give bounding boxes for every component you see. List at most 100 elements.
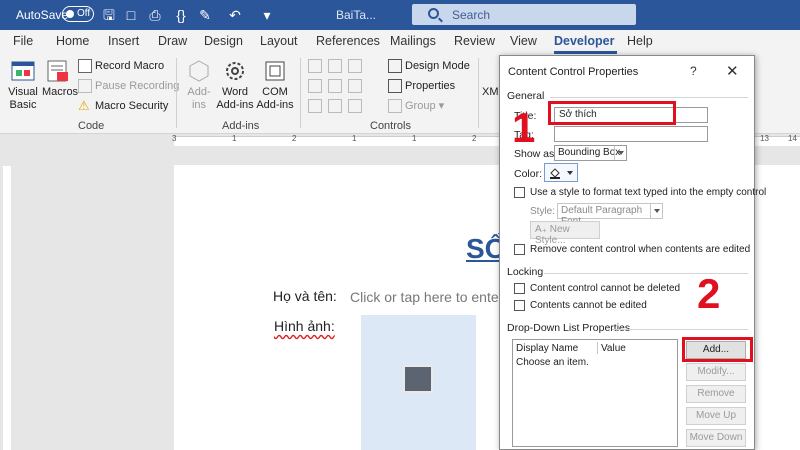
tab-design[interactable]: Design (204, 34, 243, 48)
group-button[interactable]: Group ▾ (388, 99, 445, 114)
add-ins-button[interactable]: Add- ins (184, 58, 214, 112)
macro-security-button[interactable]: ⚠ Macro Security (78, 99, 168, 113)
print-preview-icon[interactable]: ⎙ (146, 6, 164, 24)
properties-button[interactable]: Properties (388, 79, 455, 93)
remove-control-checkbox[interactable] (514, 244, 525, 255)
tab-file[interactable]: File (13, 34, 33, 48)
macros-button[interactable]: Macros (42, 58, 78, 99)
design-mode-button[interactable]: Design Mode (388, 59, 470, 73)
tag-field[interactable] (554, 126, 708, 142)
title-bar: AutoSave Off 🖫 □ ⎙ {} ✎ ↶ ▾ BaiTa... Sea… (0, 0, 800, 30)
com-add-ins-label: COM Add-ins (256, 86, 294, 111)
step-1-marker: 1 (512, 104, 536, 151)
tab-draw[interactable]: Draw (158, 34, 187, 48)
macros-label: Macros (42, 86, 79, 98)
column-header-display-name[interactable]: Display Name (516, 343, 578, 354)
dialog-title: Content Control Properties (508, 66, 639, 78)
picture-content-control[interactable] (361, 315, 476, 450)
color-picker-button[interactable] (544, 163, 578, 182)
checkbox-control-icon[interactable] (308, 79, 322, 93)
group-separator (300, 58, 301, 128)
use-style-checkbox[interactable] (514, 187, 525, 198)
search-box[interactable]: Search (412, 4, 636, 25)
record-macro-button[interactable]: Record Macro (78, 59, 164, 73)
new-style-icon: A₊ (535, 224, 550, 235)
plain-text-control-icon[interactable] (328, 59, 342, 73)
date-picker-control-icon[interactable] (308, 99, 322, 113)
show-as-select[interactable]: Bounding Box (554, 145, 627, 161)
toggle-knob (66, 10, 74, 18)
tab-view[interactable]: View (510, 34, 537, 48)
dropdown-items-list[interactable]: Display Name Value Choose an item. (512, 339, 678, 447)
combo-box-control-icon[interactable] (328, 79, 342, 93)
color-label: Color: (514, 168, 543, 180)
image-label: Hình ảnh: (274, 318, 335, 334)
gear-icon (226, 62, 244, 80)
rich-text-control-icon[interactable] (308, 59, 322, 73)
help-icon[interactable]: ? (690, 64, 697, 78)
use-style-label: Use a style to format text typed into th… (530, 187, 767, 198)
tab-mailings[interactable]: Mailings (390, 34, 436, 48)
style-select[interactable]: Default Paragraph Font (557, 203, 663, 227)
remove-button[interactable]: Remove (686, 385, 746, 403)
new-style-button[interactable]: A₊ New Style... (530, 221, 600, 246)
ruler-label: 2 (292, 134, 297, 143)
chevron-down-icon (614, 146, 626, 160)
tab-insert[interactable]: Insert (108, 34, 139, 48)
tab-references[interactable]: References (316, 34, 380, 48)
vertical-ruler-track (3, 166, 11, 450)
cannot-delete-checkbox[interactable] (514, 283, 525, 294)
group-separator (478, 58, 479, 128)
section-divider (550, 97, 748, 98)
undo-icon[interactable]: ↶ (226, 6, 244, 24)
new-document-icon[interactable]: □ (122, 6, 140, 24)
tab-developer[interactable]: Developer (554, 34, 614, 48)
column-header-value[interactable]: Value (601, 343, 626, 354)
tab-home[interactable]: Home (56, 34, 89, 48)
show-as-value: Bounding Box (558, 147, 621, 158)
visual-basic-button[interactable]: Visual Basic (6, 58, 40, 112)
word-add-ins-button[interactable]: Word Add-ins (216, 58, 254, 112)
cannot-edit-checkbox[interactable] (514, 300, 525, 311)
pause-recording-label: Pause Recording (95, 79, 180, 92)
highlighter-icon[interactable]: ✎ (196, 6, 214, 24)
dropdown-control-icon[interactable] (348, 79, 362, 93)
legacy-tools-icon[interactable] (348, 99, 362, 113)
ruler-label: 2 (472, 134, 477, 143)
design-mode-label: Design Mode (405, 59, 470, 72)
column-divider (597, 342, 598, 354)
group-label-controls: Controls (370, 120, 411, 132)
list-item[interactable]: Choose an item. (516, 357, 589, 368)
move-up-button[interactable]: Move Up (686, 407, 746, 425)
chevron-down-icon: ▾ (435, 100, 445, 112)
section-locking: Locking (507, 266, 544, 278)
autosave-toggle[interactable]: Off (62, 6, 94, 22)
record-macro-icon (78, 59, 92, 73)
highlight-add-button (682, 337, 753, 362)
group-label: Group (405, 100, 436, 112)
tab-help[interactable]: Help (627, 34, 653, 48)
customize-chevron-icon[interactable]: ▾ (258, 6, 276, 24)
add-ins-label: Add- ins (187, 86, 211, 111)
design-mode-icon (388, 59, 402, 73)
move-down-button[interactable]: Move Down (686, 429, 746, 447)
picture-control-icon[interactable] (348, 59, 362, 73)
add-ins-icon (189, 60, 209, 82)
tab-review[interactable]: Review (454, 34, 495, 48)
name-label: Họ và tên: (273, 288, 337, 304)
pause-icon (78, 79, 92, 93)
name-content-control[interactable]: Click or tap here to ente (350, 289, 499, 305)
style-label: Style: (530, 206, 556, 217)
group-label-addins: Add-ins (222, 120, 260, 132)
pause-recording-button[interactable]: Pause Recording (78, 79, 179, 93)
com-add-ins-button[interactable]: COM Add-ins (256, 58, 294, 112)
group-icon (388, 99, 402, 114)
building-block-control-icon[interactable] (328, 99, 342, 113)
tab-layout[interactable]: Layout (260, 34, 298, 48)
modify-button[interactable]: Modify... (686, 363, 746, 381)
brackets-icon[interactable]: {} (172, 6, 190, 24)
save-icon[interactable]: 🖫 (100, 6, 118, 24)
close-icon[interactable]: ✕ (726, 62, 739, 80)
xml-mapping-partial[interactable]: XM (482, 86, 499, 98)
group-label-code: Code (78, 120, 105, 132)
